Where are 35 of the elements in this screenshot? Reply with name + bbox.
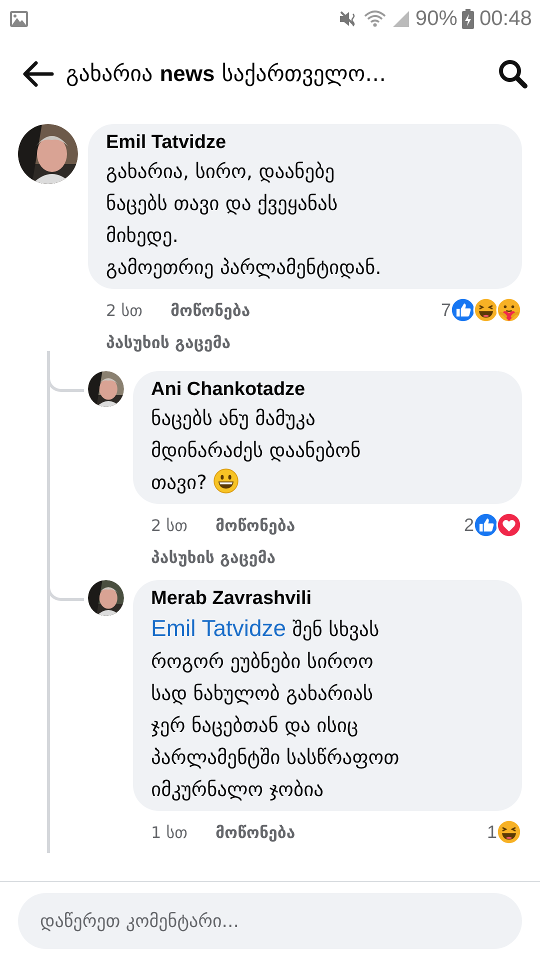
comment-time: 2 სთ	[106, 300, 142, 320]
reaction-count: 7	[440, 300, 451, 320]
comment-time: 2 სთ	[151, 516, 188, 534]
comment-text: გახარია, სირო, დაანებე ნაცებს თავი და ქვეყანას მიხედე. გამოეთრიე პარლამენტიდან.	[106, 159, 382, 281]
comment-text: ნაცებს ანუ მამუკა მდინარაძეს დაანებონ თავი?	[151, 406, 362, 496]
signal-icon	[392, 10, 410, 28]
like-link[interactable]: მოწონება	[170, 300, 250, 320]
hugging-face-icon	[496, 297, 522, 323]
comment-field[interactable]: დაწერეთ კომენტარი...	[18, 893, 522, 949]
like-link[interactable]: მოწონება	[215, 822, 296, 842]
image-icon	[9, 10, 29, 28]
author-name[interactable]: Merab Zavrashvili	[151, 586, 506, 612]
clock: 00:48	[479, 7, 532, 31]
laughing-face-icon	[473, 297, 499, 323]
laughing-face-icon	[496, 819, 522, 845]
grinning-face-icon	[213, 468, 240, 494]
battery-percent: 90%	[415, 7, 458, 31]
comment-text: Emil Tatvidze შენ სხვას როგორ ეუბნები სიროო სად ნახულობ გახარიას ჯერ ნაცებთან და ისიც პარლამენტში სასწრაფოთ იმკურნალო ჯობია	[151, 614, 400, 803]
reply-link[interactable]: პასუხის გაცემა	[151, 546, 276, 568]
reaction-count: 1	[486, 822, 497, 842]
author-name[interactable]: Ani Chankotadze	[151, 377, 506, 403]
battery-icon	[462, 9, 474, 29]
like-reaction-icon	[450, 297, 476, 323]
page-title: გახარია news საქართველო...	[66, 61, 388, 87]
comment-time: 1 სთ	[151, 822, 188, 842]
heart-reaction-icon	[496, 512, 522, 538]
like-link[interactable]: მოწონება	[215, 516, 296, 534]
like-reaction-icon	[473, 512, 499, 538]
mention-link[interactable]: Emil Tatvidze	[151, 615, 286, 641]
back-button[interactable]	[22, 60, 54, 88]
reaction-count: 2	[464, 514, 474, 536]
wifi-icon	[363, 10, 388, 28]
author-name[interactable]: Emil Tatvidze	[106, 130, 506, 156]
reply-link[interactable]: პასუხის გაცემა	[106, 331, 231, 353]
search-button[interactable]	[498, 59, 528, 89]
